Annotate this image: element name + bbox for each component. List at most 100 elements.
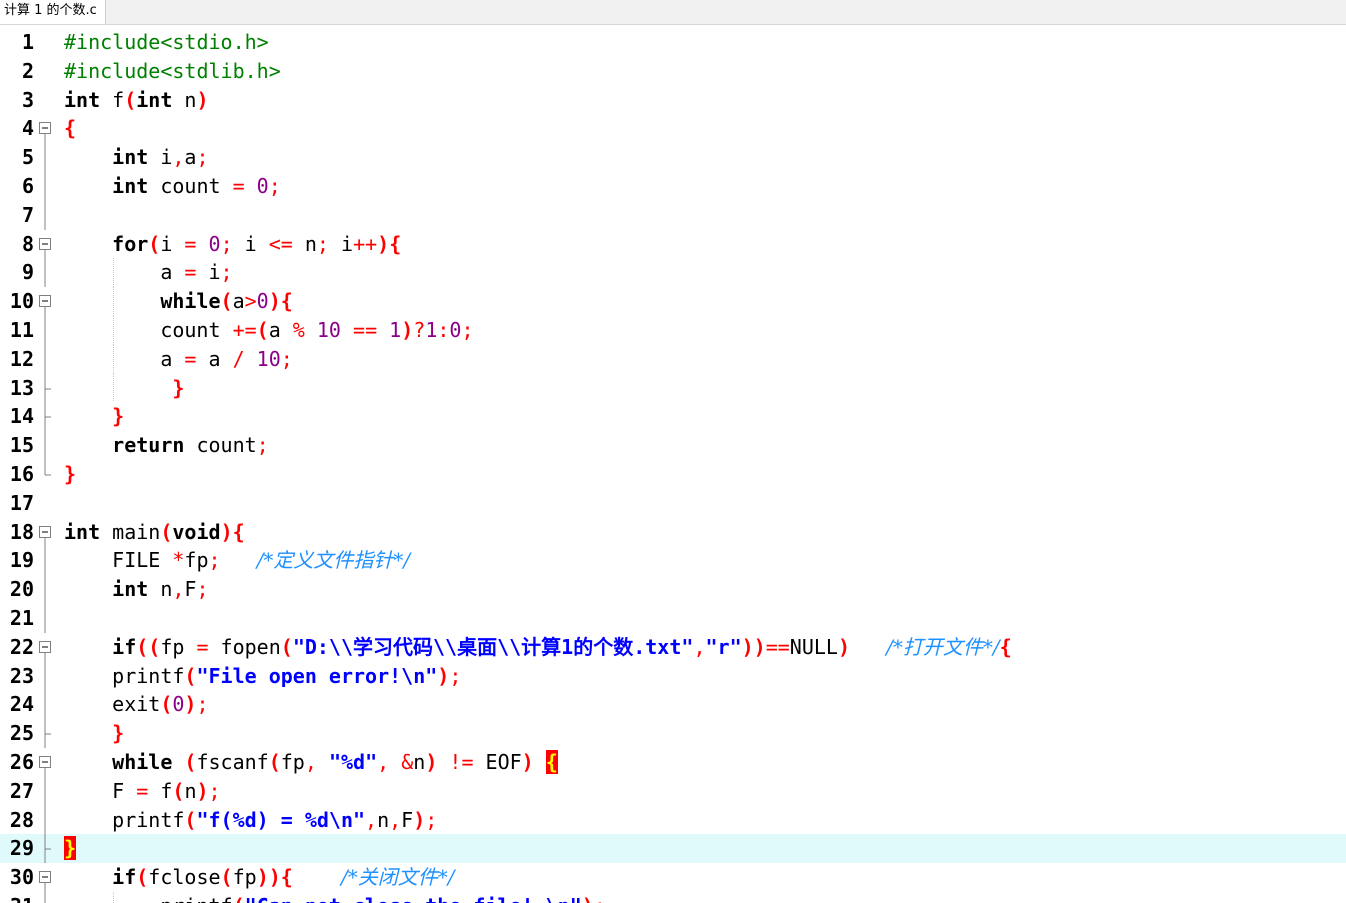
line-number: 15 (9, 433, 34, 458)
code-text: int i,a; (112, 143, 208, 172)
identifier-token (245, 174, 257, 198)
code-text: printf("Can not close the file! \n"); (160, 892, 606, 903)
operator-token: == (765, 634, 790, 659)
identifier-token: i (232, 231, 269, 256)
line-number: 18 (9, 519, 34, 544)
code-line[interactable]: 12 a = a / 10; (0, 344, 1346, 374)
operator-token: , (377, 749, 390, 774)
keyword-token: if (112, 865, 137, 890)
code-line[interactable]: 4{ (0, 114, 1346, 144)
operator-token: <= (268, 231, 293, 256)
code-line[interactable]: 29} (0, 834, 1346, 864)
code-line[interactable]: 27 F = f(n); (0, 776, 1346, 806)
code-line[interactable]: 18 int main(void){ (0, 518, 1346, 547)
code-line[interactable]: 19 FILE *fp; /*定义文件指针*/ (0, 546, 1346, 576)
code-text: while (fscanf(fp, "%d", &n) != EOF) { (112, 748, 558, 777)
code-line[interactable]: 28 printf("f(%d) = %d\n",n,F); (0, 805, 1346, 835)
code-line[interactable]: 13 } (0, 373, 1346, 403)
identifier-token (245, 347, 257, 371)
bracket-token: ) (837, 634, 851, 659)
code-line[interactable]: 17 (0, 489, 1346, 518)
operator-token: ++ (353, 231, 378, 256)
fold-collapse-icon[interactable] (37, 863, 57, 893)
code-line[interactable]: 9 a = i; (0, 258, 1346, 288)
code-line[interactable]: 14} (0, 402, 1346, 432)
code-line[interactable]: 26 while (fscanf(fp, "%d", &n) != EOF) { (0, 748, 1346, 777)
code-line[interactable]: 20 int n,F; (0, 575, 1346, 605)
identifier-token (317, 750, 329, 774)
string-token: "D:\\学习代码\\桌面\\计算1的个数.txt" (292, 634, 694, 659)
code-line[interactable]: 2 #include<stdlib.h> (0, 57, 1346, 86)
fold-collapse-icon[interactable] (37, 518, 57, 547)
bracket-token: (( (136, 634, 161, 659)
identifier-token (293, 865, 341, 889)
code-line[interactable]: 7 (0, 200, 1346, 230)
fold-collapse-icon[interactable] (37, 230, 57, 259)
code-line[interactable]: 8 for(i = 0; i <= n; i++){ (0, 230, 1346, 259)
fold-collapse-icon[interactable] (37, 114, 57, 144)
tab-file[interactable]: 计算 1 的个数.c (0, 0, 106, 24)
line-number: 1 (21, 30, 34, 54)
identifier-token (341, 318, 353, 342)
code-line[interactable]: 24 exit(0); (0, 690, 1346, 720)
code-line[interactable]: 10 while(a>0){ (0, 287, 1346, 317)
code-line[interactable]: 6 int count = 0; (0, 171, 1346, 201)
line-number: 17 (9, 490, 34, 515)
fold-line-icon (37, 776, 57, 806)
fold-collapse-icon[interactable] (37, 287, 57, 317)
bracket-token: ) (521, 749, 534, 774)
keyword-token: while (112, 749, 173, 774)
code-line[interactable]: 23 printf("File open error!\n"); (0, 661, 1346, 691)
bracket-token: ) (184, 692, 197, 717)
keyword-token: int (112, 145, 149, 170)
code-line[interactable]: 1 #include<stdio.h> (0, 28, 1346, 57)
bracket-token: { (280, 289, 293, 314)
number-token: 0 (172, 692, 185, 717)
line-number: 6 (21, 173, 34, 198)
operator-token: = (232, 173, 245, 198)
comment-token: /*关闭文件*/ (341, 865, 455, 890)
indent-guide (113, 373, 115, 403)
code-line[interactable]: 30 if(fclose(fp)){ /*关闭文件*/ (0, 863, 1346, 893)
identifier-token: EOF (473, 749, 522, 774)
identifier-token: a (268, 317, 293, 342)
identifier-token (850, 635, 886, 659)
identifier-token: count (184, 433, 257, 458)
fold-line-icon (37, 143, 57, 173)
code-line[interactable]: 15 return count; (0, 431, 1346, 461)
bracket-token: ) (196, 778, 209, 803)
code-line[interactable]: 25} (0, 719, 1346, 749)
code-text: } (112, 719, 124, 748)
code-editor[interactable]: 1 #include<stdio.h> 2 #include<stdlib.h> 3 in… (0, 28, 1346, 903)
identifier-token: f (148, 778, 173, 803)
fold-branch-end-icon (37, 719, 57, 749)
line-number: 7 (21, 202, 34, 227)
operator-token: ; (196, 145, 209, 170)
bracket-token: )) (741, 634, 766, 659)
fold-collapse-icon[interactable] (37, 748, 57, 777)
code-line[interactable]: 31 printf("Can not close the file! \n"); (0, 891, 1346, 903)
code-line[interactable]: 5 int i,a; (0, 143, 1346, 173)
operator-token: ; (208, 548, 221, 573)
code-line[interactable]: 3 int f(int n) (0, 86, 1346, 115)
identifier-token: fp (280, 749, 305, 774)
bracket-token: )) (256, 865, 281, 890)
identifier-token: NULL (789, 634, 838, 659)
code-line[interactable]: 11 count +=(a % 10 == 1)?1:0; (0, 315, 1346, 345)
code-line[interactable]: 22 if((fp = fopen("D:\\学习代码\\桌面\\计算1的个数.t… (0, 633, 1346, 662)
bracket-token: ( (124, 87, 137, 112)
string-token: "Can not close the file! \n" (245, 894, 582, 903)
code-text: if(fclose(fp)){ /*关闭文件*/ (112, 863, 454, 892)
identifier-token (377, 318, 389, 342)
operator-token: : (437, 317, 450, 342)
code-text: printf("f(%d) = %d\n",n,F); (112, 806, 437, 835)
line-number: 24 (9, 692, 34, 717)
bracket-token: ) (196, 87, 209, 112)
identifier-token: a (160, 346, 185, 371)
code-line[interactable]: 16} (0, 459, 1346, 489)
string-token: "r" (705, 634, 742, 659)
indent-guide (113, 315, 115, 345)
code-line[interactable]: 21 (0, 603, 1346, 633)
line-number: 31 (0, 892, 34, 903)
fold-collapse-icon[interactable] (37, 633, 57, 662)
